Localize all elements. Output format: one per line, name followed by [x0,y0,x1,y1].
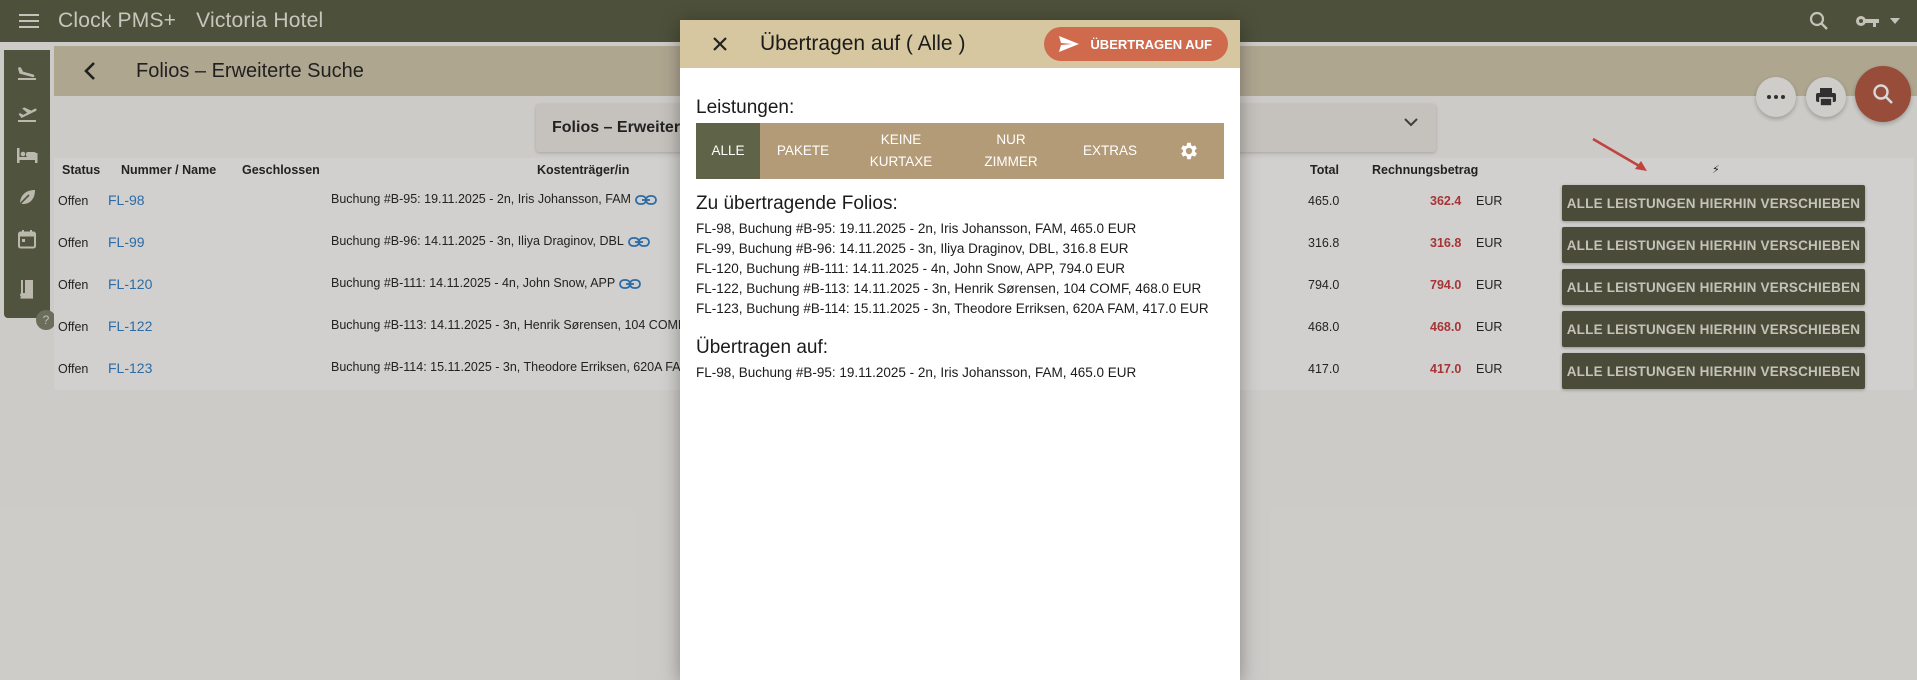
transfer-dialog: Übertragen auf ( Alle ) ÜBERTRAGEN AUF L… [680,20,1240,680]
transfer-button[interactable]: ÜBERTRAGEN AUF [1044,27,1228,61]
chip-settings[interactable] [1154,123,1224,179]
target-folio: FL-98, Buchung #B-95: 19.11.2025 - 2n, I… [696,365,1137,380]
transfer-button-label: ÜBERTRAGEN AUF [1090,36,1212,52]
chip-pakete[interactable]: PAKETE [760,123,846,179]
chip-keine-kurtaxe[interactable]: KEINE KURTAXE [846,123,956,179]
folios-heading: Zu übertragende Folios: [696,193,898,214]
list-item: FL-99, Buchung #B-96: 14.11.2025 - 3n, I… [696,241,1129,256]
chip-alle[interactable]: ALLE [696,123,760,179]
list-item: FL-122, Buchung #B-113: 14.11.2025 - 3n,… [696,281,1202,296]
dialog-header: Übertragen auf ( Alle ) ÜBERTRAGEN AUF [680,20,1240,68]
list-item: FL-123, Buchung #B-114: 15.11.2025 - 3n,… [696,301,1209,316]
gear-icon [1181,142,1197,160]
target-heading: Übertragen auf: [696,337,829,358]
dialog-title: Übertragen auf ( Alle ) [760,32,966,55]
folios-list: FL-98, Buchung #B-95: 19.11.2025 - 2n, I… [696,219,1224,319]
chip-nur-zimmer[interactable]: NUR ZIMMER [956,123,1066,179]
chip-extras[interactable]: EXTRAS [1066,123,1154,179]
close-button[interactable] [680,20,760,68]
close-icon [713,37,727,51]
service-filter-chips: ALLE PAKETE KEINE KURTAXE NUR ZIMMER EXT… [696,123,1224,179]
services-heading: Leistungen: [696,97,795,118]
list-item: FL-120, Buchung #B-111: 14.11.2025 - 4n,… [696,261,1126,276]
send-icon [1059,36,1080,52]
list-item: FL-98, Buchung #B-95: 19.11.2025 - 2n, I… [696,221,1137,236]
